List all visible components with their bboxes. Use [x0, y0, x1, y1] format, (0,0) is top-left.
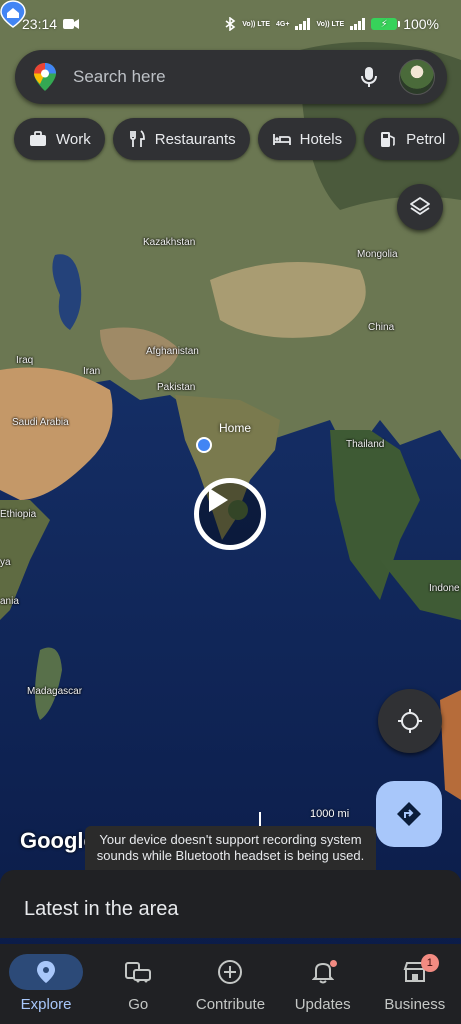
map-label-kazakhstan: Kazakhstan	[143, 237, 196, 248]
battery-percent: 100%	[403, 16, 439, 32]
updates-badge-dot	[329, 960, 337, 967]
scale-bar	[259, 812, 261, 826]
home-label[interactable]: Home	[219, 421, 251, 435]
network-type-2: 4G+	[276, 20, 290, 28]
nav-explore[interactable]: Explore	[0, 954, 92, 1024]
bed-icon	[272, 134, 291, 145]
crosshair-icon	[398, 709, 422, 733]
map-label-indonesia: Indone	[429, 583, 460, 594]
play-icon	[209, 488, 228, 512]
add-circle-icon	[218, 960, 243, 984]
nav-go[interactable]: Go	[92, 954, 184, 1024]
map-label-madagascar: Madagascar	[27, 686, 83, 697]
map-label-thailand: Thailand	[346, 439, 385, 450]
status-bar: 23:14 Vo)) LTE 4G+ Vo)) LTE ⚡ 100%	[0, 0, 461, 48]
fuel-icon	[381, 132, 395, 147]
chip-hotels[interactable]: Hotels	[257, 118, 357, 160]
my-location-button[interactable]	[378, 689, 442, 753]
bottom-sheet[interactable]: Latest in the area	[0, 870, 461, 938]
directions-button[interactable]	[376, 781, 442, 847]
nav-contribute[interactable]: Contribute	[184, 954, 276, 1024]
briefcase-icon	[30, 131, 46, 146]
sheet-title: Latest in the area	[24, 898, 179, 920]
map-label-tanzania: ania	[0, 596, 19, 607]
map-label-mongolia: Mongolia	[357, 249, 398, 260]
map-label-ethiopia: Ethiopia	[0, 509, 37, 520]
map-label-china: China	[368, 322, 395, 333]
status-time: 23:14	[22, 16, 58, 32]
map-label-afghanistan: Afghanistan	[146, 346, 199, 357]
current-location-dot	[196, 437, 212, 453]
battery-icon: ⚡	[371, 18, 401, 30]
chip-label: Work	[56, 130, 91, 148]
location-pin-icon	[37, 961, 56, 983]
scale-text: 1000 mi	[310, 808, 350, 820]
nav-updates[interactable]: Updates	[277, 954, 369, 1024]
network-type-1: Vo)) LTE	[242, 20, 271, 28]
google-maps-pin-icon	[34, 63, 56, 91]
microphone-icon[interactable]	[357, 65, 381, 89]
bottom-navigation: Explore Go Contribute Updates 1 Business	[0, 944, 461, 1024]
map-label-kenya: ya	[0, 557, 11, 568]
network-type-3: Vo)) LTE	[316, 20, 345, 28]
signal-strength-icon-1	[295, 18, 311, 30]
chip-label: Restaurants	[154, 130, 236, 148]
bluetooth-icon	[225, 17, 236, 31]
map-label-iraq: Iraq	[16, 355, 34, 366]
map-label-iran: Iran	[83, 366, 101, 377]
signal-strength-icon-2	[350, 18, 366, 30]
map-label-saudi-arabia: Saudi Arabia	[12, 417, 69, 428]
business-badge-count: 1	[420, 954, 439, 972]
nav-label: Updates	[294, 996, 351, 1013]
avatar[interactable]	[399, 59, 435, 95]
chip-label: Petrol	[406, 130, 446, 148]
search-bar[interactable]: Search here	[15, 50, 447, 104]
car-transit-icon	[125, 962, 152, 983]
nav-label: Explore	[20, 996, 72, 1013]
nav-label: Contribute	[195, 996, 266, 1013]
category-chips: Work Restaurants Hotels Petrol	[14, 118, 460, 160]
directions-icon	[397, 802, 421, 826]
nav-label: Business	[384, 996, 446, 1013]
nav-label: Go	[128, 996, 149, 1013]
layers-icon	[410, 197, 430, 215]
chip-petrol[interactable]: Petrol	[364, 118, 460, 160]
play-button[interactable]	[194, 478, 266, 550]
chip-label: Hotels	[299, 130, 343, 148]
nav-business[interactable]: 1 Business	[369, 954, 461, 1024]
fork-knife-icon	[129, 130, 145, 147]
video-camera-icon	[63, 19, 80, 29]
chip-work[interactable]: Work	[14, 118, 105, 160]
layers-button[interactable]	[397, 184, 443, 230]
map-label-pakistan: Pakistan	[157, 382, 196, 393]
search-input[interactable]: Search here	[73, 67, 357, 87]
chip-restaurants[interactable]: Restaurants	[112, 118, 250, 160]
